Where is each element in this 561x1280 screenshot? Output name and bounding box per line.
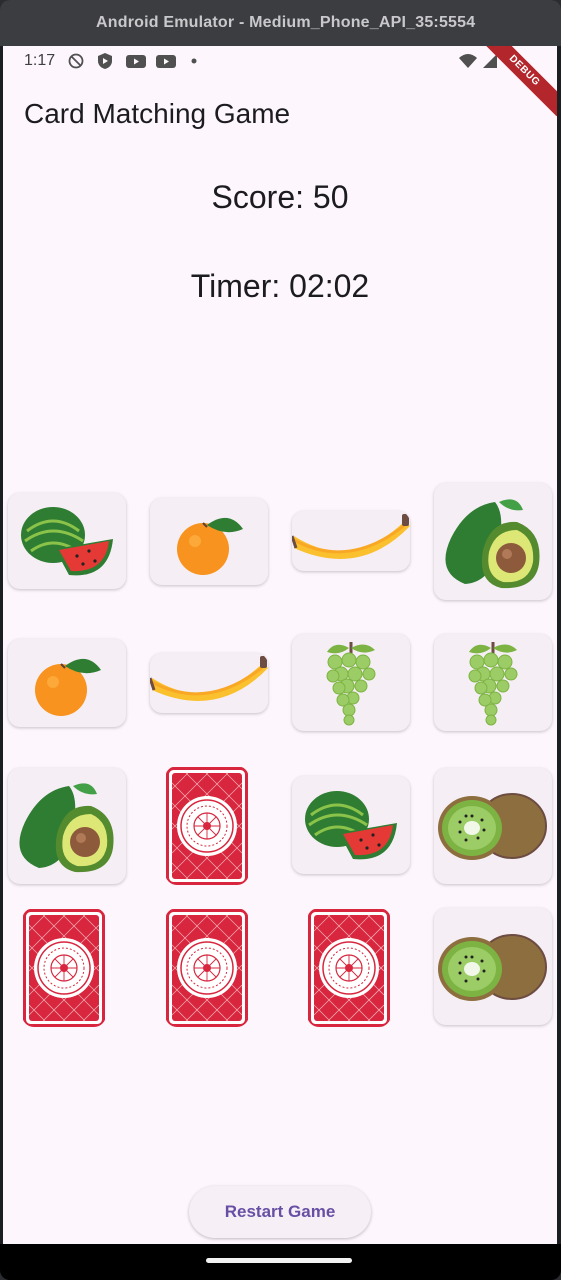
banana-icon [150,653,268,713]
orange-icon [171,507,247,577]
kiwi-icon [436,927,550,1007]
avocado-icon [439,492,547,592]
watermelon-icon [17,501,117,581]
do-not-disturb-icon [68,53,84,69]
card-face-down[interactable] [165,766,249,885]
orange-icon [29,648,105,718]
card-grapes[interactable] [292,634,410,731]
notification-dot-icon [191,58,197,64]
phone-screen: 1:17 DEBUG Card Matching Game Score: 50 … [3,46,557,1244]
card-orange[interactable] [150,498,268,585]
navigation-bar [0,1244,561,1280]
card-back-icon [166,908,248,1027]
card-grapes[interactable] [434,634,552,731]
card-watermelon[interactable] [292,776,410,874]
grapes-icon [319,638,383,728]
card-back-icon [166,766,248,885]
card-face-down[interactable] [307,908,391,1027]
timer-label: Timer: 02:02 [190,268,370,304]
card-orange[interactable] [8,639,126,727]
card-back-icon [308,908,390,1027]
youtube-icon [156,55,176,68]
card-avocado[interactable] [8,768,126,884]
window-title: Android Emulator - Medium_Phone_API_35:5… [96,14,476,31]
youtube-icon [126,55,146,68]
score-label: Score: 50 [211,179,349,215]
app-title: Card Matching Game [24,98,291,129]
shield-play-icon [98,53,112,69]
card-kiwi[interactable] [434,908,552,1025]
banana-icon [292,511,410,571]
card-back-icon [23,908,105,1027]
card-face-down[interactable] [165,908,249,1027]
status-time: 1:17 [24,52,56,69]
home-gesture-handle[interactable] [206,1258,352,1263]
kiwi-icon [436,786,550,866]
card-banana[interactable] [292,511,410,571]
card-avocado[interactable] [434,483,552,600]
watermelon-icon [301,785,401,865]
status-bar: 1:17 DEBUG [3,46,557,117]
card-face-down[interactable] [22,908,106,1027]
grapes-icon [461,638,525,728]
restart-game-button[interactable]: Restart Game [189,1186,371,1238]
card-kiwi[interactable] [434,768,552,884]
emulator-window: Android Emulator - Medium_Phone_API_35:5… [0,0,561,1280]
card-banana[interactable] [150,653,268,713]
card-watermelon[interactable] [8,493,126,589]
avocado-icon [13,776,121,876]
emulator-titlebar: Android Emulator - Medium_Phone_API_35:5… [0,0,561,46]
wifi-icon [459,54,477,68]
